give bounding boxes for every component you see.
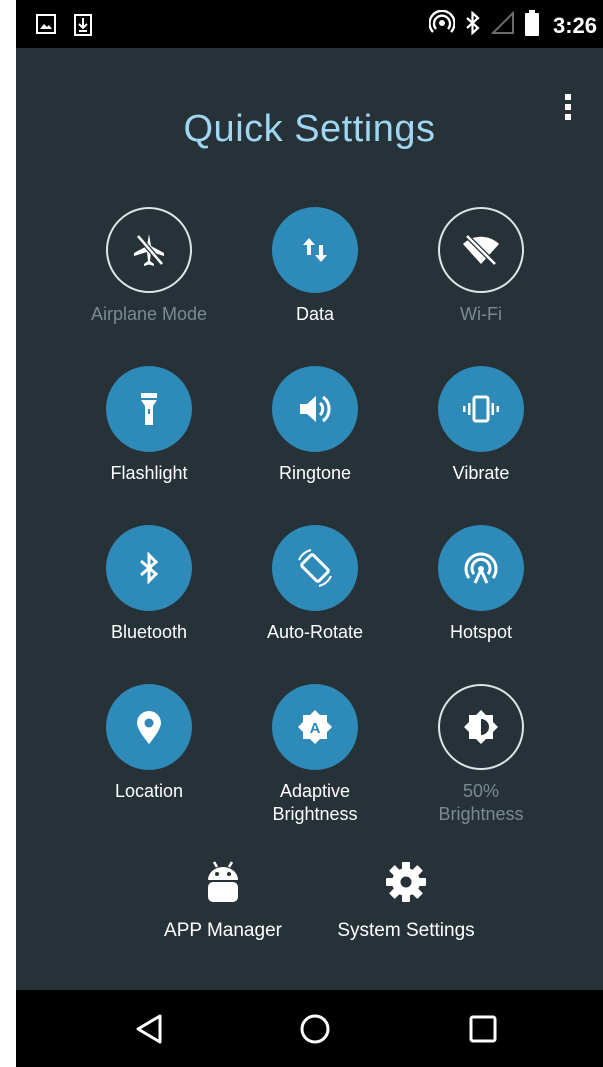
battery-icon (524, 10, 539, 41)
tile-label: Bluetooth (110, 622, 188, 642)
tile-label: Ringtone (278, 463, 352, 483)
home-button[interactable] (298, 1012, 332, 1046)
tile-auto-rotate[interactable]: Auto-Rotate (227, 525, 403, 644)
system-settings-label: System Settings (337, 920, 475, 941)
airplane-icon (134, 234, 164, 266)
tile-label: Auto-Rotate (266, 622, 364, 642)
tile-label: Hotspot (449, 622, 513, 642)
tile-label: 50% Brightness (438, 781, 524, 824)
hotspot-toggle[interactable] (438, 525, 524, 611)
tile-ringtone[interactable]: Ringtone (227, 366, 403, 485)
airplane-toggle[interactable] (106, 207, 192, 293)
tile-location[interactable]: Location (61, 684, 237, 803)
image-icon (36, 14, 56, 41)
system-settings-button[interactable]: System Settings (326, 860, 486, 942)
tile-label: Adaptive Brightness (272, 781, 358, 824)
rotate-icon (298, 549, 332, 587)
gear-icon (386, 862, 426, 902)
wifi-toggle[interactable] (438, 207, 524, 293)
home-icon (300, 1014, 330, 1044)
bluetooth-icon (465, 10, 481, 40)
app-manager-button[interactable]: APP Manager (153, 860, 293, 942)
bluetooth-icon (140, 551, 159, 585)
tile-adaptive-brightness[interactable]: A Adaptive Brightness (227, 684, 403, 826)
vibrate-icon (463, 395, 499, 423)
back-button[interactable] (132, 1012, 166, 1046)
status-bar: 3:26 (16, 0, 603, 48)
page-title: Quick Settings (183, 108, 436, 150)
tile-hotspot[interactable]: Hotspot (393, 525, 569, 644)
tile-label: Flashlight (110, 463, 188, 483)
tile-brightness[interactable]: 50% Brightness (393, 684, 569, 826)
clock: 3:26 (552, 12, 597, 38)
wifi-off-icon (463, 234, 499, 266)
android-icon (208, 861, 238, 902)
auto-rotate-toggle[interactable] (272, 525, 358, 611)
location-toggle[interactable] (106, 684, 192, 770)
tile-vibrate[interactable]: Vibrate (393, 366, 569, 485)
flashlight-toggle[interactable] (106, 366, 192, 452)
ringtone-toggle[interactable] (272, 366, 358, 452)
app-manager-label: APP Manager (164, 920, 282, 941)
tile-label: Vibrate (452, 463, 510, 483)
signal-icon (490, 10, 515, 40)
data-icon (303, 238, 327, 262)
hotspot-icon (464, 552, 498, 584)
svg-text:A: A (310, 720, 321, 737)
back-icon (136, 1014, 162, 1044)
download-icon (74, 14, 92, 41)
tile-data[interactable]: Data (227, 207, 403, 326)
tile-label: Location (114, 781, 184, 801)
vibrate-toggle[interactable] (438, 366, 524, 452)
navigation-bar (16, 990, 603, 1067)
tile-bluetooth[interactable]: Bluetooth (61, 525, 237, 644)
recents-button[interactable] (466, 1012, 500, 1046)
data-toggle[interactable] (272, 207, 358, 293)
volume-icon (300, 395, 331, 423)
hotspot-icon (428, 9, 456, 41)
auto-brightness-icon: A (298, 710, 332, 744)
tile-label: Wi-Fi (460, 304, 502, 324)
flashlight-icon (141, 393, 157, 425)
location-icon (137, 711, 161, 744)
adaptive-brightness-toggle[interactable]: A (272, 684, 358, 770)
tile-flashlight[interactable]: Flashlight (61, 366, 237, 485)
brightness-toggle[interactable] (438, 684, 524, 770)
bluetooth-toggle[interactable] (106, 525, 192, 611)
tile-wifi[interactable]: Wi-Fi (393, 207, 569, 326)
tile-airplane-mode[interactable]: Airplane Mode (61, 207, 237, 326)
recents-icon (469, 1015, 497, 1043)
brightness-icon (464, 710, 498, 744)
tile-label: Data (295, 304, 335, 324)
tile-label: Airplane Mode (90, 304, 208, 324)
quick-settings-screen: 3:26 Quick Settings Airplane Mode Data W… (16, 0, 603, 1067)
